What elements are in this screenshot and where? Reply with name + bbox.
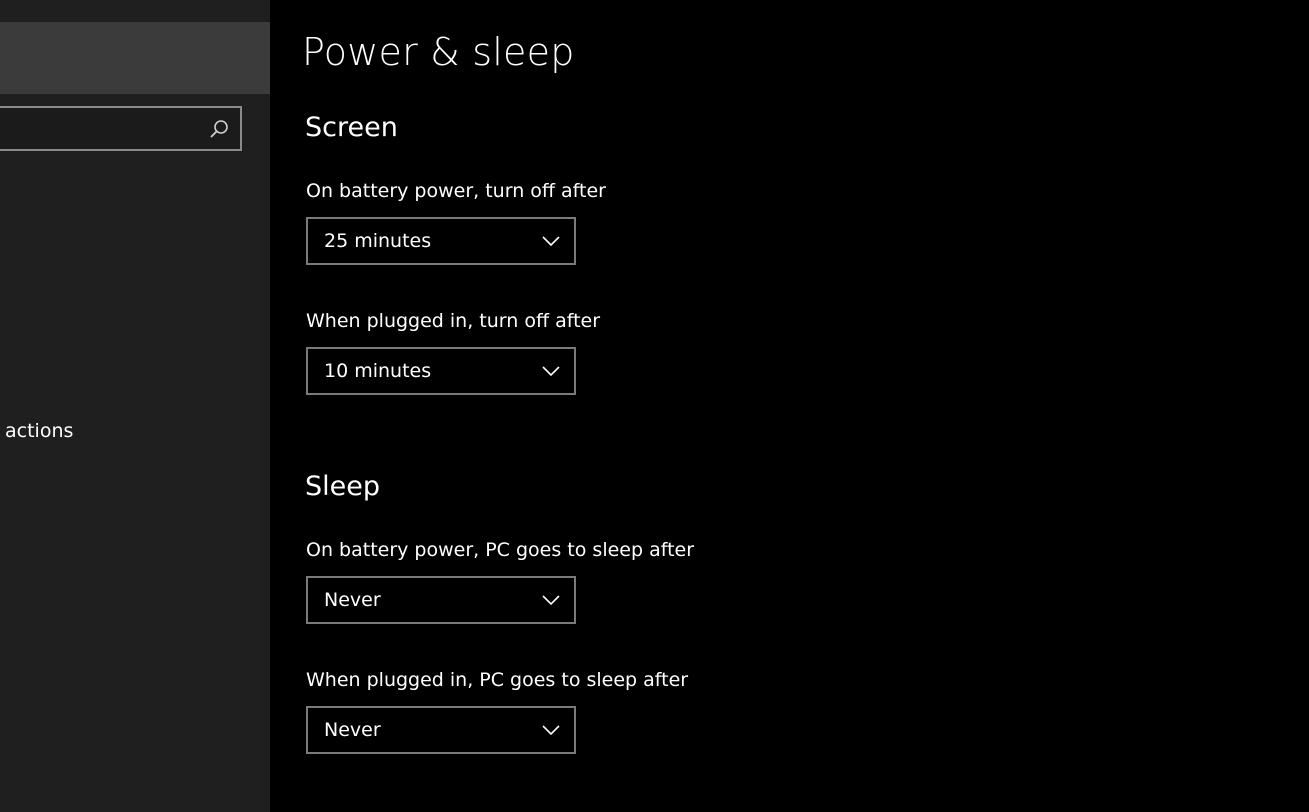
screen-battery-dropdown[interactable]: 25 minutes — [306, 217, 576, 265]
chevron-down-icon — [542, 725, 560, 736]
page-title: Power & sleep — [302, 30, 575, 74]
chevron-down-icon — [542, 236, 560, 247]
search-box[interactable] — [0, 106, 242, 151]
dropdown-value: Never — [324, 719, 381, 741]
screen-plugged-label: When plugged in, turn off after — [306, 310, 601, 332]
screen-battery-label: On battery power, turn off after — [306, 180, 606, 202]
search-input[interactable] — [6, 108, 206, 151]
main-content: Power & sleep Screen On battery power, t… — [270, 0, 1309, 812]
sidebar-item-actions[interactable]: actions — [0, 412, 270, 454]
sleep-battery-label: On battery power, PC goes to sleep after — [306, 539, 695, 561]
sleep-plugged-dropdown[interactable]: Never — [306, 706, 576, 754]
section-title-screen: Screen — [305, 112, 398, 143]
screen-plugged-dropdown[interactable]: 10 minutes — [306, 347, 576, 395]
settings-window: actions Power & sleep Screen On battery … — [0, 0, 1309, 812]
section-title-sleep: Sleep — [305, 471, 381, 502]
sidebar: actions — [0, 0, 270, 812]
dropdown-value: Never — [324, 589, 381, 611]
dropdown-value: 25 minutes — [324, 230, 432, 252]
sleep-plugged-label: When plugged in, PC goes to sleep after — [306, 669, 689, 691]
sleep-battery-dropdown[interactable]: Never — [306, 576, 576, 624]
chevron-down-icon — [542, 366, 560, 377]
chevron-down-icon — [542, 595, 560, 606]
sidebar-item-label: actions — [5, 420, 74, 442]
dropdown-value: 10 minutes — [324, 360, 432, 382]
sidebar-header — [0, 22, 270, 94]
search-icon[interactable] — [208, 118, 230, 140]
